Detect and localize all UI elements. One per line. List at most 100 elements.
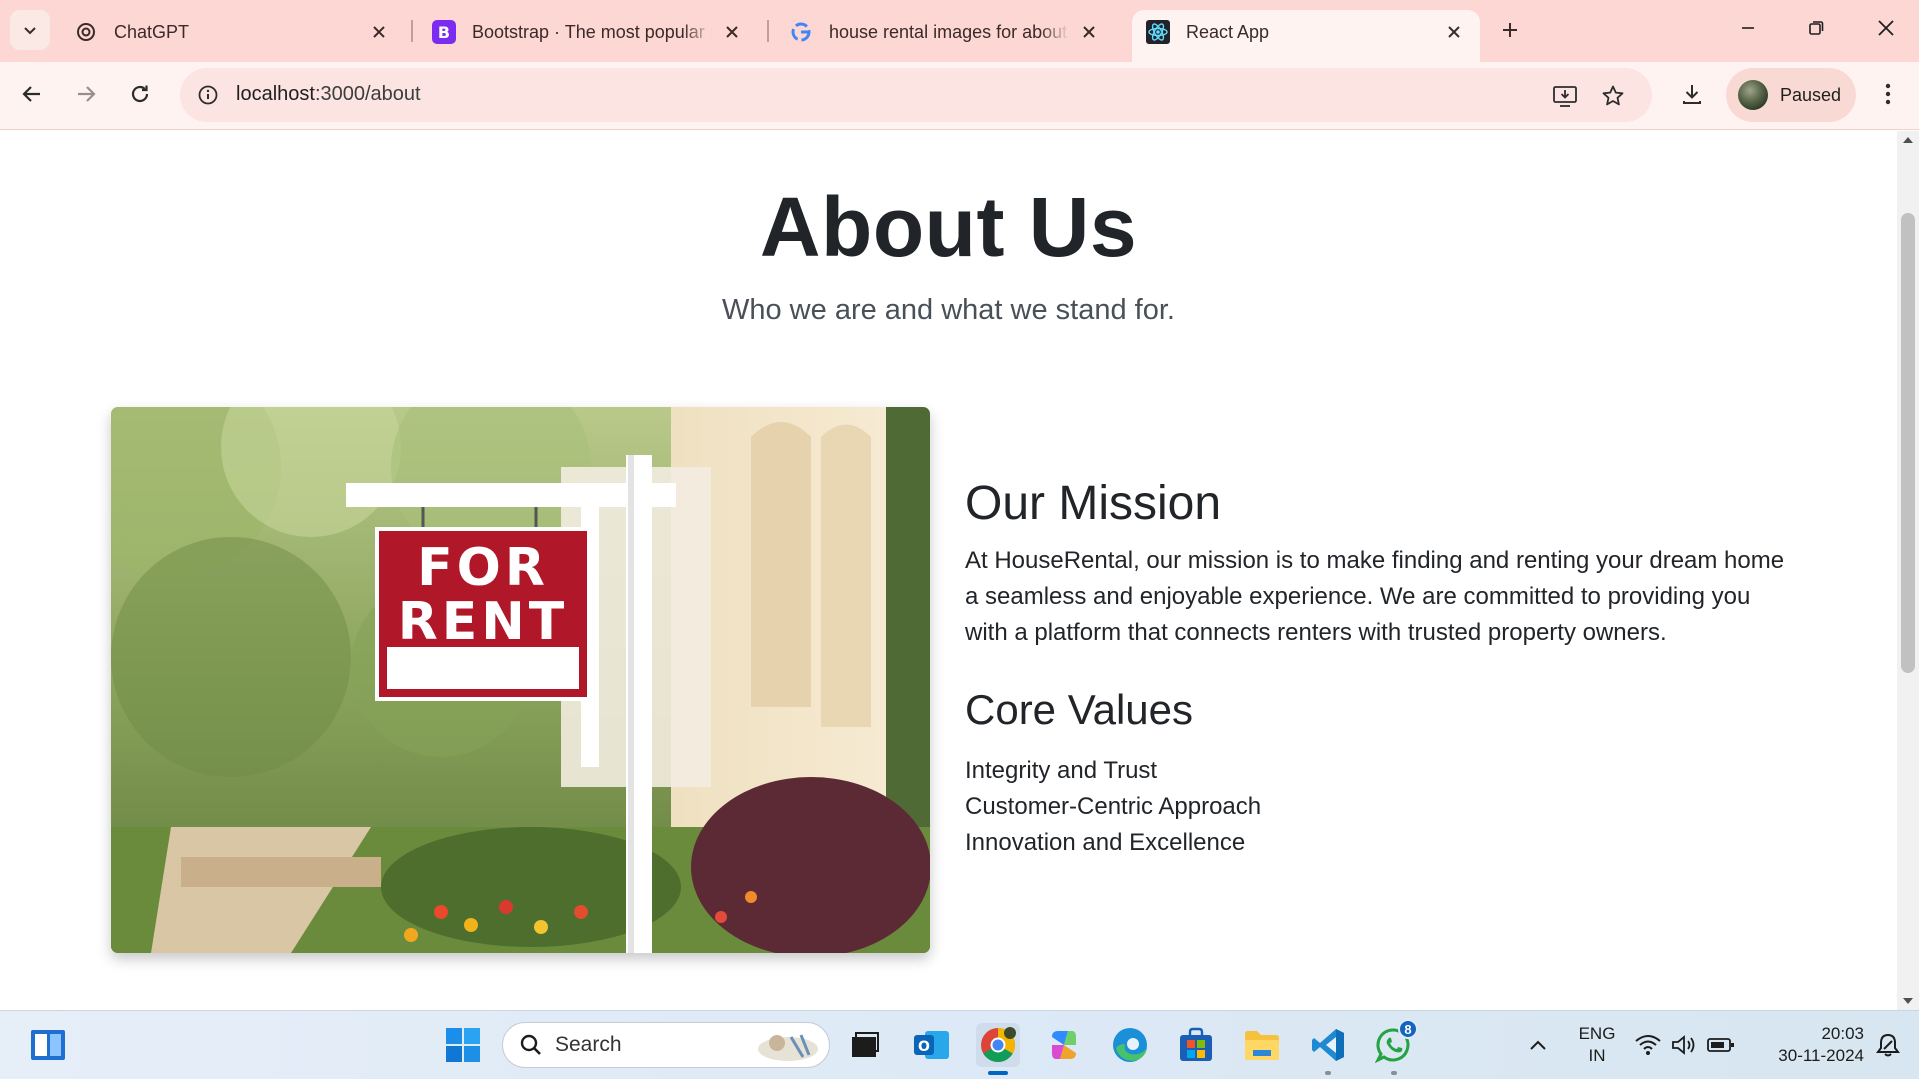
minimize-button[interactable]	[1724, 8, 1772, 48]
bookmark-star-icon[interactable]	[1598, 81, 1628, 111]
bell-icon	[1876, 1033, 1900, 1057]
for-rent-photo: FOR RENT	[111, 407, 930, 953]
windows-start-icon	[446, 1028, 480, 1062]
language-region: IN	[1588, 1046, 1606, 1065]
chatgpt-icon	[74, 20, 98, 44]
vscode-button[interactable]	[1306, 1023, 1350, 1067]
core-values-heading: Core Values	[965, 686, 1194, 733]
start-button[interactable]	[441, 1023, 485, 1067]
sign-text-line1: FOR	[417, 538, 549, 598]
address-bar[interactable]: localhost:3000/about	[180, 68, 1652, 122]
list-item: Customer-Centric Approach	[965, 793, 1262, 820]
profile-button[interactable]: Paused	[1726, 68, 1856, 122]
sign-text-line2: RENT	[398, 592, 569, 652]
close-icon[interactable]	[720, 20, 744, 44]
close-icon[interactable]	[1442, 20, 1466, 44]
list-item: Innovation and Excellence	[965, 829, 1246, 856]
close-window-button[interactable]	[1862, 8, 1910, 48]
scroll-up-arrow-icon[interactable]	[1903, 137, 1913, 143]
edge-icon	[1113, 1028, 1147, 1062]
download-icon	[1683, 85, 1701, 104]
arrow-right-icon	[78, 86, 96, 102]
tab-bootstrap[interactable]: B Bootstrap · The most popular HTML	[418, 10, 758, 62]
bootstrap-icon: B	[432, 20, 456, 44]
profile-status: Paused	[1780, 84, 1842, 105]
folder-icon	[1245, 1031, 1279, 1060]
tab-title: ChatGPT	[114, 21, 190, 42]
url-host: localhost	[236, 83, 315, 105]
clock-date: 30-11-2024	[1778, 1046, 1864, 1065]
task-view-icon	[852, 1032, 879, 1057]
quick-settings-button[interactable]	[1630, 1023, 1740, 1067]
windows-taskbar: Search O 8 ENG IN 20:03 30-11-2024	[0, 1010, 1919, 1079]
search-highlight-icon	[758, 1034, 818, 1061]
chrome-icon	[981, 1027, 1016, 1062]
close-icon[interactable]	[367, 20, 391, 44]
restore-icon	[1809, 21, 1824, 35]
search-icon	[520, 1034, 541, 1055]
close-icon[interactable]	[1077, 20, 1101, 44]
tab-separator	[411, 20, 413, 42]
volume-icon	[1672, 1035, 1695, 1055]
page-scrollbar[interactable]	[1897, 131, 1919, 1010]
plus-icon	[1503, 23, 1517, 37]
chrome-button[interactable]	[976, 1023, 1020, 1067]
menu-button[interactable]	[1868, 74, 1908, 114]
store-icon	[1180, 1027, 1212, 1061]
show-hidden-icons-button[interactable]	[1518, 1023, 1558, 1067]
outlook-button[interactable]: O	[910, 1023, 954, 1067]
scroll-down-arrow-icon[interactable]	[1903, 998, 1913, 1004]
reload-button[interactable]	[120, 74, 160, 114]
clock[interactable]: 20:03 30-11-2024	[1754, 1023, 1864, 1067]
whatsapp-button[interactable]: 8	[1372, 1019, 1418, 1067]
url-text: localhost:3000/about	[236, 83, 421, 106]
downloads-button[interactable]	[1672, 74, 1712, 114]
tab-google-images[interactable]: house rental images for about us	[775, 10, 1115, 62]
notification-badge: 8	[1398, 1019, 1418, 1039]
svg-text:O: O	[918, 1039, 930, 1055]
vscode-icon	[1312, 1029, 1344, 1061]
active-app-indicator	[988, 1071, 1008, 1075]
tab-title: React App	[1186, 21, 1270, 42]
file-explorer-button[interactable]	[1240, 1023, 1284, 1067]
back-button[interactable]	[12, 74, 52, 114]
site-info-icon[interactable]	[194, 81, 222, 109]
tab-search-button[interactable]	[10, 10, 50, 50]
core-values-list: Integrity and Trust Customer-Centric App…	[965, 753, 1261, 861]
avatar	[1738, 80, 1768, 110]
copilot-icon	[1052, 1031, 1076, 1059]
widgets-button[interactable]	[26, 1023, 70, 1067]
taskbar-search[interactable]: Search	[502, 1022, 830, 1068]
edge-button[interactable]	[1108, 1023, 1152, 1067]
language-code: ENG	[1578, 1024, 1616, 1043]
react-icon	[1146, 20, 1170, 44]
tab-title: house rental images for about us	[829, 21, 1069, 42]
tab-chatgpt[interactable]: ChatGPT	[60, 10, 405, 62]
arrow-left-icon	[22, 86, 40, 102]
microsoft-store-button[interactable]	[1174, 1023, 1218, 1067]
page-title: About Us	[759, 180, 1138, 274]
reload-icon	[131, 85, 149, 103]
clock-time: 20:03	[1821, 1024, 1864, 1043]
minimize-icon	[1742, 27, 1754, 29]
copilot-button[interactable]	[1042, 1023, 1086, 1067]
notifications-button[interactable]	[1870, 1023, 1906, 1067]
tab-react-app[interactable]: React App	[1132, 10, 1480, 62]
svg-text:B: B	[438, 23, 450, 42]
close-icon	[1878, 20, 1894, 36]
new-tab-button[interactable]	[1494, 14, 1526, 46]
search-label: Search	[555, 1033, 622, 1056]
scrollbar-thumb[interactable]	[1901, 213, 1915, 673]
mission-text: At HouseRental, our mission is to make f…	[965, 547, 1785, 646]
chevron-down-icon	[24, 27, 36, 35]
task-view-button[interactable]	[842, 1023, 886, 1067]
install-app-icon[interactable]	[1550, 81, 1580, 111]
restore-button[interactable]	[1792, 8, 1840, 48]
language-indicator[interactable]: ENG IN	[1568, 1023, 1626, 1067]
wifi-icon	[1635, 1035, 1661, 1055]
outlook-icon: O	[914, 1031, 949, 1059]
browser-toolbar: localhost:3000/about Paused	[0, 62, 1919, 130]
chevron-up-icon	[1530, 1040, 1546, 1050]
kebab-menu-icon	[1885, 83, 1891, 105]
forward-button[interactable]	[66, 74, 106, 114]
